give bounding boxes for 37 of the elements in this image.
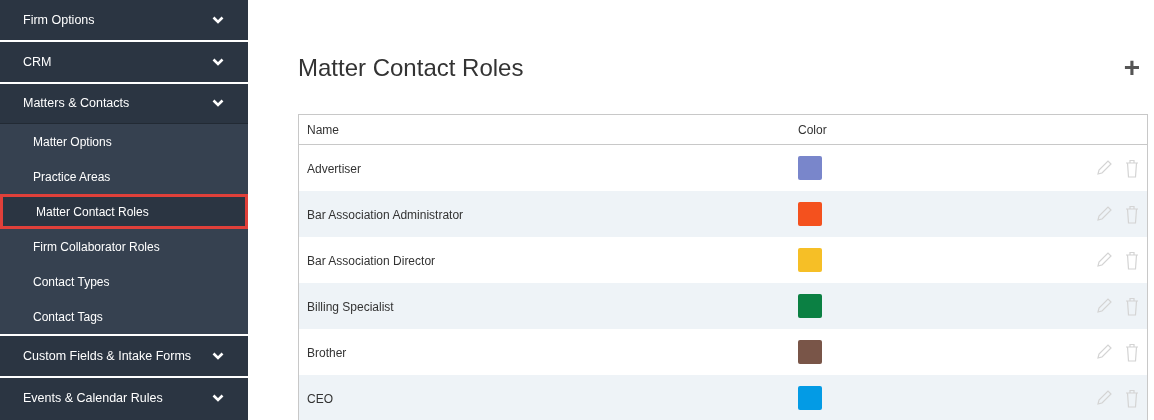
column-header: Color <box>798 122 827 137</box>
page-title: Matter Contact Roles <box>298 53 524 83</box>
role-name: Advertiser <box>307 162 362 176</box>
column-header: Name <box>307 122 339 137</box>
sidebar-item[interactable]: Practice Areas <box>0 159 248 194</box>
trash-icon[interactable] <box>1125 388 1139 408</box>
sidebar-section[interactable]: Firm Options <box>0 0 248 40</box>
chevron-down-icon <box>212 351 224 361</box>
edit-icon[interactable] <box>1095 389 1113 407</box>
chevron-down-icon <box>212 15 224 25</box>
trash-icon[interactable] <box>1125 296 1139 316</box>
edit-icon[interactable] <box>1095 343 1113 361</box>
sidebar-item[interactable]: Contact Types <box>0 264 248 299</box>
role-name: Bar Association Administrator <box>307 208 464 222</box>
trash-icon[interactable] <box>1125 158 1139 178</box>
edit-icon[interactable] <box>1095 159 1113 177</box>
role-name: CEO <box>307 392 333 406</box>
sidebar-section[interactable]: Events & Calendar Rules <box>0 378 248 418</box>
sidebar-section[interactable]: CRM <box>0 42 248 82</box>
sidebar-item[interactable]: Matter Options <box>0 124 248 159</box>
sidebar-section[interactable]: Custom Fields & Intake Forms <box>0 336 248 376</box>
chevron-down-icon <box>212 99 224 108</box>
chevron-down-icon <box>212 57 224 67</box>
trash-icon[interactable] <box>1125 342 1139 362</box>
role-name: Billing Specialist <box>307 300 394 314</box>
sidebar-item[interactable]: Matter Contact Roles <box>0 194 248 229</box>
edit-icon[interactable] <box>1095 297 1113 315</box>
edit-icon[interactable] <box>1095 205 1113 223</box>
role-name: Brother <box>307 346 347 360</box>
edit-icon[interactable] <box>1095 251 1113 269</box>
add-button[interactable]: + <box>1119 54 1144 82</box>
sidebar-item[interactable]: Firm Collaborator Roles <box>0 229 248 264</box>
trash-icon[interactable] <box>1125 204 1139 224</box>
sidebar-item[interactable]: Contact Tags <box>0 299 248 334</box>
role-name: Bar Association Director <box>307 254 436 268</box>
trash-icon[interactable] <box>1125 250 1139 270</box>
chevron-down-icon <box>212 393 224 403</box>
